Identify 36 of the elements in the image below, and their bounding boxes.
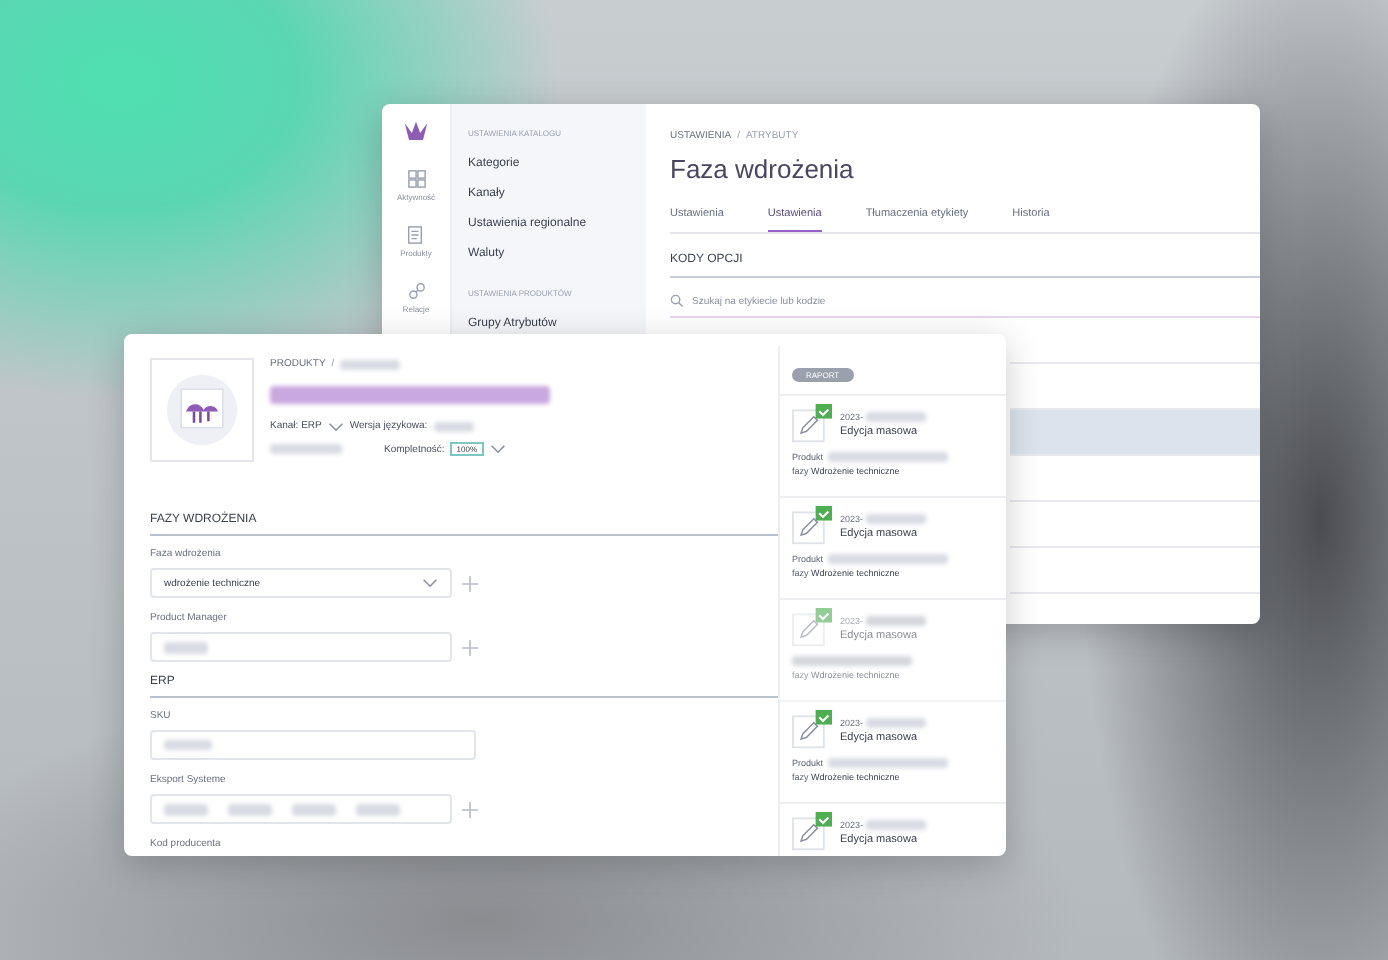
chevron-down-icon	[327, 421, 344, 431]
table-row[interactable]	[1010, 410, 1260, 456]
blurred-chip	[292, 803, 336, 815]
edit-document-icon	[792, 710, 832, 750]
blurred-chip	[228, 803, 272, 815]
blurred-chip	[356, 803, 400, 815]
chevron-down-icon	[489, 444, 506, 454]
edit-document-icon	[792, 608, 832, 648]
blurred-text	[340, 359, 401, 369]
chevron-down-icon	[422, 578, 438, 588]
logo-icon	[402, 120, 430, 146]
search-icon	[670, 294, 684, 308]
blurred-badges	[270, 444, 342, 454]
doc-icon	[406, 226, 425, 244]
edit-document-icon	[792, 404, 832, 444]
text-field[interactable]	[150, 730, 476, 760]
blurred-text	[792, 656, 912, 666]
grid-icon	[407, 170, 425, 188]
blurred-text	[865, 412, 926, 422]
blurred-text	[865, 718, 926, 728]
page-title: Faza wdrożenia	[670, 154, 856, 184]
edit-document-icon	[792, 506, 832, 546]
chip-field[interactable]	[150, 794, 452, 824]
blurred-text	[433, 421, 474, 431]
blurred-text	[865, 820, 926, 830]
blurred-chip	[164, 803, 208, 815]
blurred-text	[865, 514, 926, 524]
blurred-text	[865, 616, 926, 626]
chip-field[interactable]	[150, 632, 452, 662]
blurred-text	[827, 554, 948, 564]
blurred-text	[827, 452, 948, 462]
blurred-text	[827, 758, 948, 768]
product-thumbnail	[150, 358, 254, 462]
blurred-chip	[164, 641, 208, 653]
blurred-text	[164, 740, 212, 750]
link-icon	[407, 282, 425, 300]
